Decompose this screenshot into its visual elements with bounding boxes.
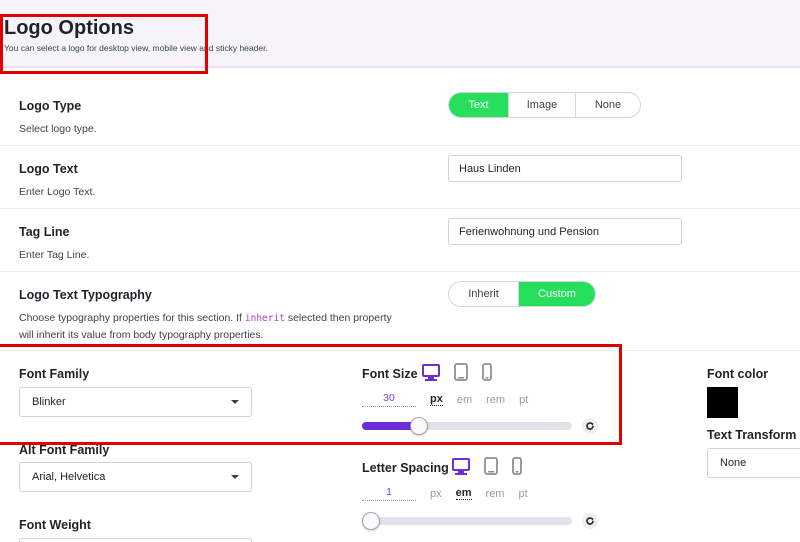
tag-line-input[interactable]: Ferienwohnung und Pension bbox=[448, 218, 682, 245]
font-size-unit-px[interactable]: px bbox=[430, 393, 443, 406]
logo-type-image-button[interactable]: Image bbox=[509, 93, 576, 117]
font-weight-select[interactable] bbox=[19, 538, 252, 542]
typography-description-text: will inherit its value from body typogra… bbox=[19, 329, 264, 341]
logo-text-input[interactable]: Haus Linden bbox=[448, 155, 682, 182]
letter-spacing-unit-rem[interactable]: rem bbox=[486, 488, 505, 500]
logo-type-label: Logo Type bbox=[19, 99, 82, 113]
alt-font-family-label: Alt Font Family bbox=[19, 443, 110, 457]
font-size-device-switcher bbox=[421, 362, 493, 387]
letter-spacing-unit-em[interactable]: em bbox=[455, 487, 472, 500]
font-weight-label: Font Weight bbox=[19, 518, 91, 532]
mobile-icon[interactable] bbox=[481, 362, 493, 387]
font-color-label: Font color bbox=[707, 367, 769, 381]
font-size-value-row: 30 px em rem pt bbox=[362, 392, 528, 407]
font-size-slider[interactable] bbox=[362, 417, 572, 435]
reset-icon[interactable] bbox=[582, 418, 598, 434]
reset-icon[interactable] bbox=[582, 513, 598, 529]
text-transform-value: None bbox=[720, 457, 747, 469]
font-size-unit-em[interactable]: em bbox=[457, 394, 472, 406]
letter-spacing-input[interactable]: 1 bbox=[362, 486, 416, 501]
font-size-label: Font Size bbox=[362, 367, 418, 381]
font-size-unit-rem[interactable]: rem bbox=[486, 394, 505, 406]
font-size-unit-pt[interactable]: pt bbox=[519, 394, 528, 406]
tag-line-description: Enter Tag Line. bbox=[19, 249, 90, 261]
letter-spacing-value-row: 1 px em rem pt bbox=[362, 486, 528, 501]
alt-font-family-value: Arial, Helvetica bbox=[32, 471, 106, 483]
divider bbox=[0, 208, 800, 209]
logo-type-none-button[interactable]: None bbox=[576, 93, 640, 117]
letter-spacing-slider[interactable] bbox=[362, 512, 572, 530]
typography-label: Logo Text Typography bbox=[19, 288, 152, 302]
divider bbox=[0, 350, 800, 351]
logo-type-text-button[interactable]: Text bbox=[449, 93, 509, 117]
divider bbox=[0, 145, 800, 146]
alt-font-family-select[interactable]: Arial, Helvetica bbox=[19, 462, 252, 492]
mobile-icon[interactable] bbox=[511, 456, 523, 481]
text-transform-label: Text Transform bbox=[707, 428, 797, 442]
tablet-icon[interactable] bbox=[453, 362, 469, 387]
typography-mode-selector: Inherit Custom bbox=[448, 281, 596, 307]
page-header: Logo Options You can select a logo for d… bbox=[0, 0, 800, 68]
typography-description: Choose typography properties for this se… bbox=[19, 310, 392, 343]
font-family-label: Font Family bbox=[19, 367, 90, 381]
letter-spacing-device-switcher bbox=[451, 456, 523, 481]
letter-spacing-unit-px[interactable]: px bbox=[430, 488, 442, 500]
logo-type-description: Select logo type. bbox=[19, 123, 97, 135]
typography-inherit-button[interactable]: Inherit bbox=[449, 282, 519, 306]
typography-description-text: selected then property bbox=[287, 312, 392, 324]
page-title: Logo Options bbox=[4, 17, 134, 39]
logo-text-description: Enter Logo Text. bbox=[19, 186, 96, 198]
logo-type-selector: Text Image None bbox=[448, 92, 641, 118]
font-family-value: Blinker bbox=[32, 396, 66, 408]
letter-spacing-slider-handle[interactable] bbox=[362, 512, 380, 530]
desktop-icon[interactable] bbox=[421, 362, 441, 387]
font-color-swatch[interactable] bbox=[707, 387, 738, 418]
inherit-code: inherit bbox=[244, 313, 285, 324]
page-subtitle: You can select a logo for desktop view, … bbox=[4, 43, 268, 53]
chevron-down-icon bbox=[231, 475, 239, 479]
tag-line-label: Tag Line bbox=[19, 225, 70, 239]
desktop-icon[interactable] bbox=[451, 456, 471, 481]
font-size-slider-handle[interactable] bbox=[409, 417, 428, 435]
letter-spacing-unit-pt[interactable]: pt bbox=[518, 488, 527, 500]
chevron-down-icon bbox=[231, 400, 239, 404]
logo-text-label: Logo Text bbox=[19, 162, 78, 176]
typography-custom-button[interactable]: Custom bbox=[519, 282, 595, 306]
divider bbox=[0, 271, 800, 272]
text-transform-select[interactable]: None bbox=[707, 448, 800, 478]
tablet-icon[interactable] bbox=[483, 456, 499, 481]
letter-spacing-label: Letter Spacing bbox=[362, 461, 449, 475]
font-size-input[interactable]: 30 bbox=[362, 392, 416, 407]
font-family-select[interactable]: Blinker bbox=[19, 387, 252, 417]
typography-description-text: Choose typography properties for this se… bbox=[19, 312, 242, 324]
